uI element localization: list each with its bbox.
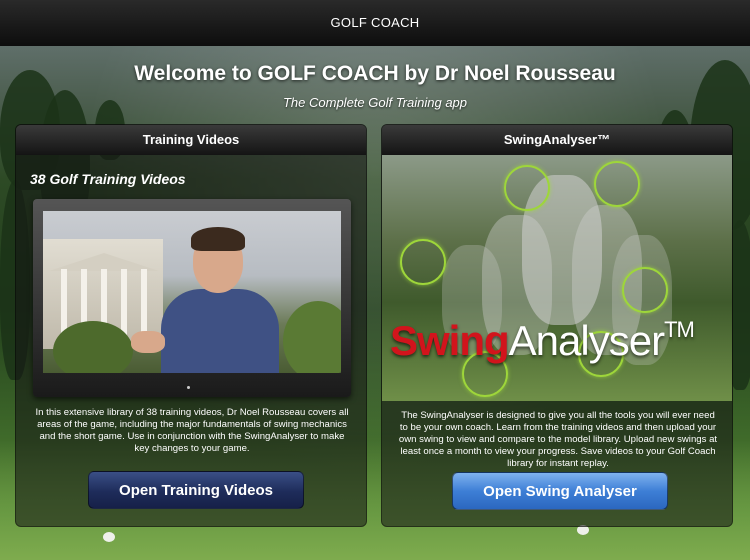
training-videos-count-heading: 38 Golf Training Videos: [30, 171, 186, 187]
training-video-preview[interactable]: [33, 199, 351, 397]
swing-analyser-header: SwingAnalyser™: [382, 125, 732, 155]
open-training-videos-button[interactable]: Open Training Videos: [88, 471, 304, 509]
swing-analyser-description: The SwingAnalyser is designed to give yo…: [398, 410, 718, 469]
open-swing-analyser-button[interactable]: Open Swing Analyser: [452, 472, 668, 510]
training-videos-header: Training Videos: [16, 125, 366, 155]
tracking-ring: [594, 161, 640, 207]
open-swing-analyser-label: Open Swing Analyser: [483, 483, 637, 500]
tracking-ring: [504, 165, 550, 211]
welcome-heading: Welcome to GOLF COACH by Dr Noel Roussea…: [134, 62, 616, 85]
tracking-ring: [400, 239, 446, 285]
swing-analyser-logo: SwingAnalyserTM: [390, 317, 695, 364]
open-training-videos-label: Open Training Videos: [119, 482, 273, 499]
swing-sequence-image: SwingAnalyserTM: [382, 155, 732, 401]
swing-analyser-panel: SwingAnalyser™ SwingAnalyserTM The Swing…: [381, 124, 733, 527]
training-videos-panel: Training Videos 38 Golf Training Videos …: [15, 124, 367, 527]
tracking-ring: [622, 267, 668, 313]
golf-ball: [103, 532, 115, 542]
welcome-subtitle: The Complete Golf Training app: [282, 95, 468, 110]
app-title: GOLF COACH: [330, 15, 420, 30]
coach-figure: [161, 289, 279, 373]
video-thumbnail: [43, 211, 341, 373]
training-videos-description: In this extensive library of 38 training…: [35, 407, 349, 454]
title-bar: GOLF COACH: [0, 0, 750, 46]
